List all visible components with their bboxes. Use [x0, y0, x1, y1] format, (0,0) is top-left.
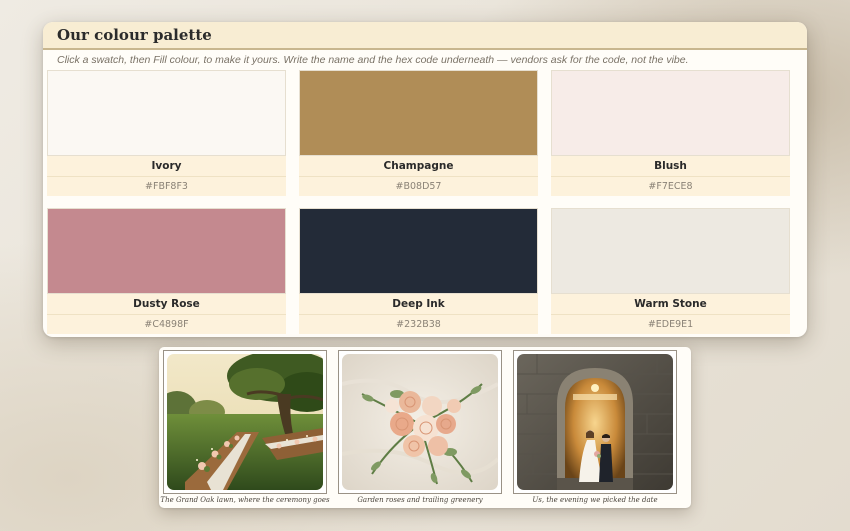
swatch-hex-field[interactable]: #C4898F: [47, 315, 286, 334]
swatch-ivory: Ivory #FBF8F3: [47, 70, 286, 196]
swatch-blush: Blush #F7ECE8: [551, 70, 790, 196]
swatch-color-warm-stone[interactable]: [551, 208, 790, 294]
swatch-hex-field[interactable]: #232B38: [299, 315, 538, 334]
photo-caption: Us, the evening we picked the date: [532, 496, 658, 504]
swatch-deep-ink: Deep Ink #232B38: [299, 208, 538, 334]
garden-ceremony-photo: [167, 354, 323, 490]
swatch-color-deep-ink[interactable]: [299, 208, 538, 294]
swatch-name-field[interactable]: Champagne: [299, 156, 538, 177]
swatch-warm-stone: Warm Stone #EDE9E1: [551, 208, 790, 334]
swatch-hex-field[interactable]: #FBF8F3: [47, 177, 286, 196]
swatch-color-blush[interactable]: [551, 70, 790, 156]
photo-caption: Garden roses and trailing greenery: [357, 496, 483, 504]
photo-frame[interactable]: [513, 350, 677, 494]
photo-frame[interactable]: [163, 350, 327, 494]
swatch-color-dusty-rose[interactable]: [47, 208, 286, 294]
swatch-grid: Ivory #FBF8F3 Champagne #B08D57 Blush #F…: [47, 70, 795, 334]
swatch-name-field[interactable]: Blush: [551, 156, 790, 177]
couple-doorway-photo: [517, 354, 673, 490]
photo-caption: The Grand Oak lawn, where the ceremony g…: [160, 496, 330, 504]
photo-strip: The Grand Oak lawn, where the ceremony g…: [159, 347, 691, 508]
swatch-hex-field[interactable]: #EDE9E1: [551, 315, 790, 334]
palette-card: Our colour palette Click a swatch, then …: [43, 22, 807, 337]
photo-frame[interactable]: [338, 350, 502, 494]
swatch-color-ivory[interactable]: [47, 70, 286, 156]
palette-header: Our colour palette: [43, 22, 807, 50]
swatch-champagne: Champagne #B08D57: [299, 70, 538, 196]
swatch-name-field[interactable]: Deep Ink: [299, 294, 538, 315]
swatch-name-field[interactable]: Ivory: [47, 156, 286, 177]
bridal-bouquet-photo: [342, 354, 498, 490]
palette-instructions: Click a swatch, then Fill colour, to mak…: [57, 54, 689, 66]
swatch-hex-field[interactable]: #B08D57: [299, 177, 538, 196]
swatch-hex-field[interactable]: #F7ECE8: [551, 177, 790, 196]
swatch-name-field[interactable]: Dusty Rose: [47, 294, 286, 315]
palette-title: Our colour palette: [57, 26, 212, 44]
swatch-dusty-rose: Dusty Rose #C4898F: [47, 208, 286, 334]
swatch-name-field[interactable]: Warm Stone: [551, 294, 790, 315]
swatch-color-champagne[interactable]: [299, 70, 538, 156]
